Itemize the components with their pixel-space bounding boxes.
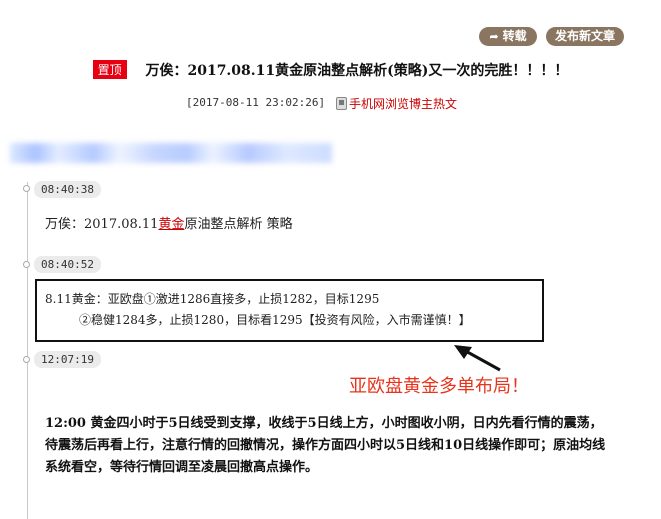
annotation-arrow-icon [454,345,501,372]
timeline-line [27,182,28,519]
strategy-line-2: ②稳健1284多，止损1280，目标看1295【投资有风险，入市需谨慎！】 [79,313,471,327]
pin-badge: 置顶 [92,60,127,79]
repost-button[interactable]: ➦ 转载 [479,27,537,46]
repost-label: 转载 [502,29,527,43]
entry-text: 万俟：2017.08.11 [45,217,159,232]
time-pill: 08:40:38 [34,181,101,198]
timeline-entry-1: 万俟：2017.08.11黄金原油整点解析 策略 [45,213,293,232]
timeline-dot [23,356,30,363]
mobile-link-label: 手机网浏览博主热文 [349,97,458,111]
blurred-redaction [10,143,332,163]
entry-text: 原油整点解析 策略 [184,217,293,232]
time-pill: 08:40:52 [34,256,101,273]
strategy-line-1: 8.11黄金：亚欧盘①激进1286直接多，止损1282，目标1295 [45,292,380,306]
new-post-label: 发布新文章 [554,29,615,43]
mobile-view-link[interactable]: 手机网浏览博主热文 [336,95,457,112]
analysis-text: 12:00 黄金四小时于5日线受到支撑，收线于5日线上方，小时图收小阴，日内先看… [45,416,606,475]
new-post-button[interactable]: 发布新文章 [546,27,624,46]
post-timestamp: [2017-08-11 23:02:26] [186,96,326,109]
gold-link[interactable]: 黄金 [158,217,184,232]
phone-icon [336,97,347,110]
annotation-callout: 亚欧盘黄金多单布局！ [349,376,529,397]
time-pill: 12:07:19 [34,351,101,368]
timeline-dot [23,185,30,192]
share-arrow-icon: ➦ [489,30,499,43]
timeline-dot [23,261,30,268]
post-title-row: 置顶 万俟：2017.08.11黄金原油整点解析(策略)又一次的完胜！！！！ [0,60,661,80]
post-title: 万俟：2017.08.11黄金原油整点解析(策略)又一次的完胜！！！！ [145,63,569,79]
